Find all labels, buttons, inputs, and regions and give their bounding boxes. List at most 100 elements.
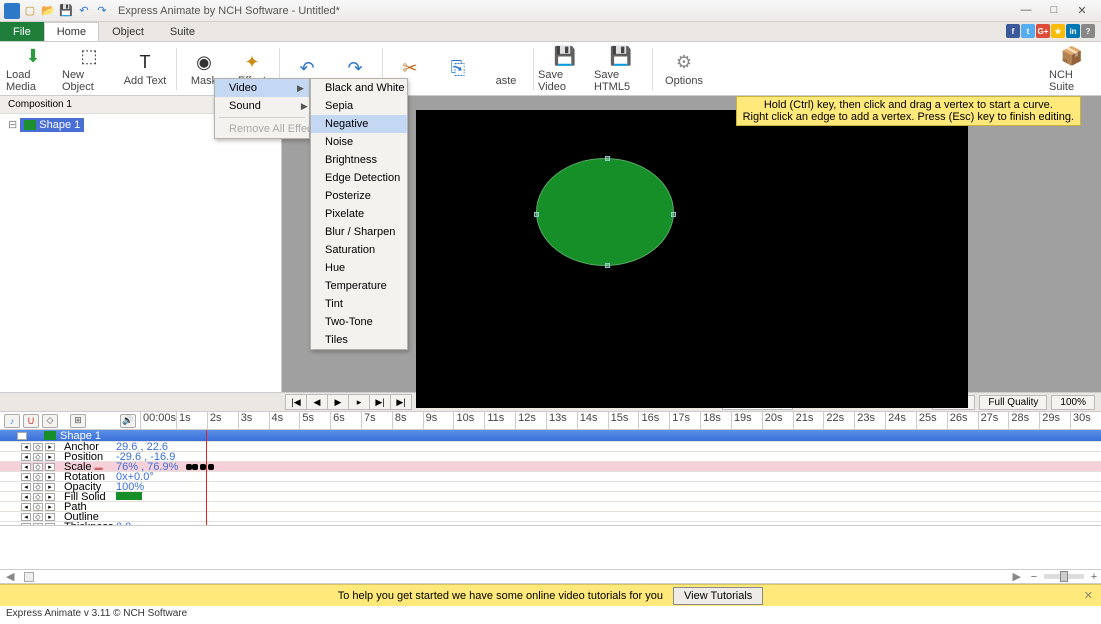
- social-icon[interactable]: ★: [1051, 24, 1065, 38]
- menu-item-sepia[interactable]: Sepia: [311, 97, 407, 115]
- playback-btn-0[interactable]: |◀: [285, 394, 307, 410]
- tutorial-close-icon[interactable]: ✕: [1084, 589, 1093, 602]
- tree-item-shape1[interactable]: Shape 1: [20, 118, 84, 132]
- canvas[interactable]: [416, 110, 968, 408]
- social-icon[interactable]: t: [1021, 24, 1035, 38]
- menu-item-posterize[interactable]: Posterize: [311, 187, 407, 205]
- social-icon[interactable]: in: [1066, 24, 1080, 38]
- paste-icon: [494, 51, 518, 75]
- menu-item-video[interactable]: Video▶: [215, 79, 309, 97]
- undo-icon: ↶: [295, 57, 319, 81]
- layer-header[interactable]: ⊟Shape 1: [0, 430, 1101, 442]
- new-icon[interactable]: ▢: [22, 3, 38, 19]
- playback-btn-5[interactable]: ▶|: [390, 394, 412, 410]
- paste-button[interactable]: aste: [483, 45, 529, 93]
- new-object-icon: ⬚: [77, 45, 101, 69]
- playback-btn-3[interactable]: ▸: [348, 394, 370, 410]
- menu-item-saturation[interactable]: Saturation: [311, 241, 407, 259]
- menu-item-black-and-white[interactable]: Black and White: [311, 79, 407, 97]
- redo-icon[interactable]: ↷: [94, 3, 110, 19]
- menu-item-two-tone[interactable]: Two-Tone: [311, 313, 407, 331]
- cut-icon: ✂: [398, 57, 422, 81]
- menu-item-hue[interactable]: Hue: [311, 259, 407, 277]
- menu-item-edge-detection[interactable]: Edge Detection: [311, 169, 407, 187]
- timeline[interactable]: ⊟Shape 1◂◇▸Anchor29.6 , 22.6◂◇▸Position-…: [0, 430, 1101, 526]
- magnet-icon[interactable]: U: [23, 414, 39, 428]
- quality-select[interactable]: Full Quality: [979, 395, 1047, 410]
- playback-btn-2[interactable]: ▶: [327, 394, 349, 410]
- effect-menu: Video▶Sound▶ Remove All Effects: [214, 78, 310, 139]
- menu-item-pixelate[interactable]: Pixelate: [311, 205, 407, 223]
- scroll-left-icon[interactable]: ◀: [0, 570, 20, 583]
- tutorial-bar: To help you get started we have some onl…: [0, 584, 1101, 606]
- menu-item-brightness[interactable]: Brightness: [311, 151, 407, 169]
- copy-icon: ⎘: [446, 57, 470, 81]
- toolbar: ⬇Load Media⬚New ObjectTAdd Text◉Mask✦Eff…: [0, 42, 1101, 96]
- tab-file[interactable]: File: [0, 22, 44, 41]
- nch-suite-button[interactable]: 📦 NCH Suite: [1049, 45, 1095, 93]
- save-html5-icon: 💾: [609, 45, 633, 69]
- prop-row-fill-solid[interactable]: ◂◇▸Fill Solid: [0, 492, 1101, 502]
- save-video-button[interactable]: 💾Save Video: [538, 45, 592, 93]
- social-icon[interactable]: G+: [1036, 24, 1050, 38]
- social-icon[interactable]: ?: [1081, 24, 1095, 38]
- ribbon-tabs: File Home Object Suite: [0, 22, 1101, 42]
- social-icon[interactable]: f: [1006, 24, 1020, 38]
- prop-row-thickness[interactable]: ◂◇▸Thickness0.0: [0, 522, 1101, 526]
- playback-btn-1[interactable]: ◀: [306, 394, 328, 410]
- menu-item-sound[interactable]: Sound▶: [215, 97, 309, 115]
- new-object-button[interactable]: ⬚New Object: [62, 45, 116, 93]
- menu-item-blur-sharpen[interactable]: Blur / Sharpen: [311, 223, 407, 241]
- window-title: Express Animate by NCH Software - Untitl…: [118, 5, 340, 17]
- view-tutorials-button[interactable]: View Tutorials: [673, 587, 763, 605]
- maximize-button[interactable]: □: [1043, 4, 1065, 17]
- prop-row-path[interactable]: ◂◇▸Path: [0, 502, 1101, 512]
- undo-icon[interactable]: ↶: [76, 3, 92, 19]
- close-button[interactable]: ✕: [1071, 4, 1093, 17]
- tab-object[interactable]: Object: [99, 22, 157, 41]
- save-video-icon: 💾: [553, 45, 577, 69]
- main-area: Composition 1 ⊟ Shape 1 Hold (Ctrl) key,…: [0, 96, 1101, 392]
- load-media-icon: ⬇: [21, 45, 45, 69]
- package-icon: 📦: [1060, 45, 1084, 69]
- speaker-icon[interactable]: 🔊: [120, 414, 136, 428]
- menu-item-negative[interactable]: Negative: [311, 115, 407, 133]
- scroll-right-icon[interactable]: ▶: [1007, 570, 1027, 583]
- video-effects-submenu: Black and WhiteSepiaNegativeNoiseBrightn…: [310, 78, 408, 350]
- options-button[interactable]: ⚙Options: [657, 45, 711, 93]
- app-icon: [4, 3, 20, 19]
- options-icon: ⚙: [672, 51, 696, 75]
- tab-suite[interactable]: Suite: [157, 22, 208, 41]
- menu-item-tiles[interactable]: Tiles: [311, 331, 407, 349]
- titlebar: ▢ 📂 💾 ↶ ↷ Express Animate by NCH Softwar…: [0, 0, 1101, 22]
- open-icon[interactable]: 📂: [40, 3, 56, 19]
- add-text-button[interactable]: TAdd Text: [118, 45, 172, 93]
- mask-icon: ◉: [192, 51, 216, 75]
- audio-icon[interactable]: ♪: [4, 414, 20, 428]
- menu-item-noise[interactable]: Noise: [311, 133, 407, 151]
- menu-item-temperature[interactable]: Temperature: [311, 277, 407, 295]
- playback-btn-4[interactable]: ▶|: [369, 394, 391, 410]
- shape-ellipse[interactable]: [536, 158, 674, 266]
- zoom-in-icon[interactable]: +: [1087, 571, 1101, 583]
- save-icon[interactable]: 💾: [58, 3, 74, 19]
- time-ruler[interactable]: 00:00s1s2s3s4s5s6s7s8s9s10s11s12s13s14s1…: [140, 412, 1101, 429]
- effect-icon: ✦: [240, 51, 264, 75]
- nch-suite-label: NCH Suite: [1049, 69, 1095, 93]
- zoom-level[interactable]: 100%: [1051, 395, 1095, 410]
- playhead[interactable]: [206, 430, 207, 525]
- menu-item-tint[interactable]: Tint: [311, 295, 407, 313]
- menu-item-remove-all-effects: Remove All Effects: [215, 120, 309, 138]
- timeline-scrollbar[interactable]: ◀ ▶ − +: [0, 570, 1101, 584]
- snap-icon[interactable]: ⊞: [70, 414, 86, 428]
- keyframe-tool-icon[interactable]: ◇: [42, 414, 58, 428]
- timeline-empty: [0, 526, 1101, 570]
- save-html5-button[interactable]: 💾Save HTML5: [594, 45, 648, 93]
- copy-button[interactable]: ⎘: [435, 45, 481, 93]
- tab-home[interactable]: Home: [44, 22, 99, 41]
- minimize-button[interactable]: —: [1015, 4, 1037, 17]
- load-media-button[interactable]: ⬇Load Media: [6, 45, 60, 93]
- timeline-header: ♪ U ◇ ⊞ 🔊 00:00s1s2s3s4s5s6s7s8s9s10s11s…: [0, 412, 1101, 430]
- help-banner: Hold (Ctrl) key, then click and drag a v…: [736, 96, 1081, 126]
- zoom-out-icon[interactable]: −: [1027, 571, 1041, 583]
